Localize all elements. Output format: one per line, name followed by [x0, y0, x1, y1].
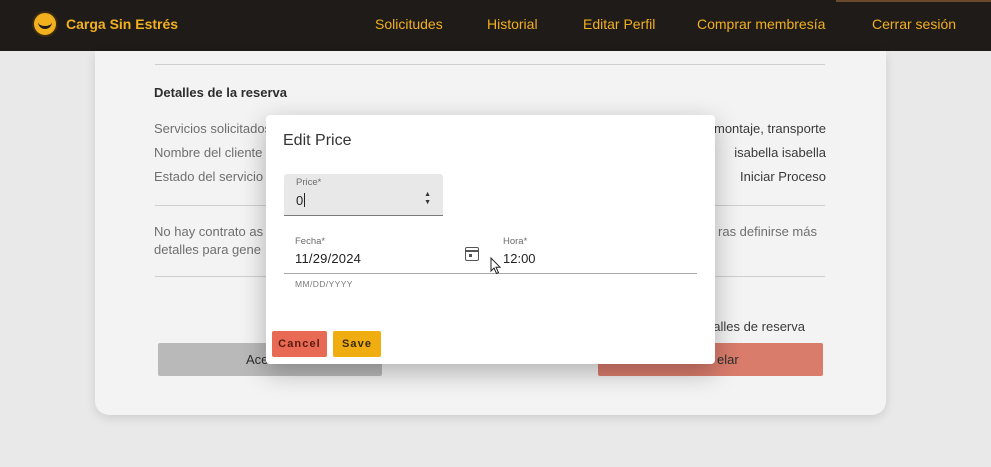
calendar-icon[interactable] — [465, 247, 479, 261]
price-label: Price* — [296, 177, 322, 188]
row-value-estado: Iniciar Proceso — [740, 169, 826, 184]
contract-note-right: ras definirse más — [718, 224, 817, 239]
nav-link-solicitudes[interactable]: Solicitudes — [375, 16, 443, 32]
nav-link-comprar-membresia[interactable]: Comprar membresía — [697, 16, 825, 32]
contract-note-line2: detalles para gene — [154, 242, 261, 257]
contract-note-line1: No hay contrato as — [154, 224, 264, 239]
edit-price-dialog: Edit Price Price* 0 ▲ ▼ Fecha* 11/29/2024… — [266, 115, 715, 364]
brand-name[interactable]: Carga Sin Estrés — [66, 16, 178, 32]
reservation-details-link[interactable]: alles de reserva — [713, 319, 805, 334]
nav-link-editar-perfil[interactable]: Editar Perfil — [583, 16, 655, 32]
row-value-servicios: montaje, transporte — [713, 121, 826, 136]
brand-logo-icon[interactable] — [32, 11, 58, 37]
time-value: 12:00 — [503, 251, 536, 266]
save-button[interactable]: Save — [333, 331, 381, 357]
price-input[interactable]: Price* 0 ▲ ▼ — [284, 174, 443, 216]
row-label-estado: Estado del servicio — [154, 169, 264, 184]
section-title: Detalles de la reserva — [154, 85, 287, 100]
dialog-title: Edit Price — [283, 132, 352, 149]
mouse-pointer-icon — [490, 257, 502, 275]
divider-top — [155, 64, 825, 65]
time-input[interactable]: Hora* 12:00 — [498, 234, 697, 274]
time-label: Hora* — [503, 236, 528, 247]
cancel-reservation-label: elar — [717, 352, 739, 367]
date-value: 11/29/2024 — [295, 251, 362, 266]
corner-strip — [836, 0, 991, 2]
row-label-servicios: Servicios solicitados — [154, 121, 272, 136]
row-label-cliente: Nombre del cliente — [154, 145, 263, 160]
date-format-hint: MM/DD/YYYY — [295, 279, 353, 289]
number-stepper-icon[interactable]: ▲ ▼ — [424, 191, 431, 207]
text-caret — [304, 193, 306, 207]
top-navbar: Carga Sin Estrés Solicitudes Historial E… — [0, 0, 991, 51]
cancel-button[interactable]: Cancel — [272, 331, 327, 357]
row-value-cliente: isabella isabella — [734, 145, 826, 160]
nav-link-cerrar-sesion[interactable]: Cerrar sesión — [872, 16, 956, 32]
price-value: 0 — [296, 193, 304, 208]
date-input[interactable]: Fecha* 11/29/2024 — [284, 234, 498, 274]
date-label: Fecha* — [295, 236, 326, 247]
nav-link-historial[interactable]: Historial — [487, 16, 538, 32]
